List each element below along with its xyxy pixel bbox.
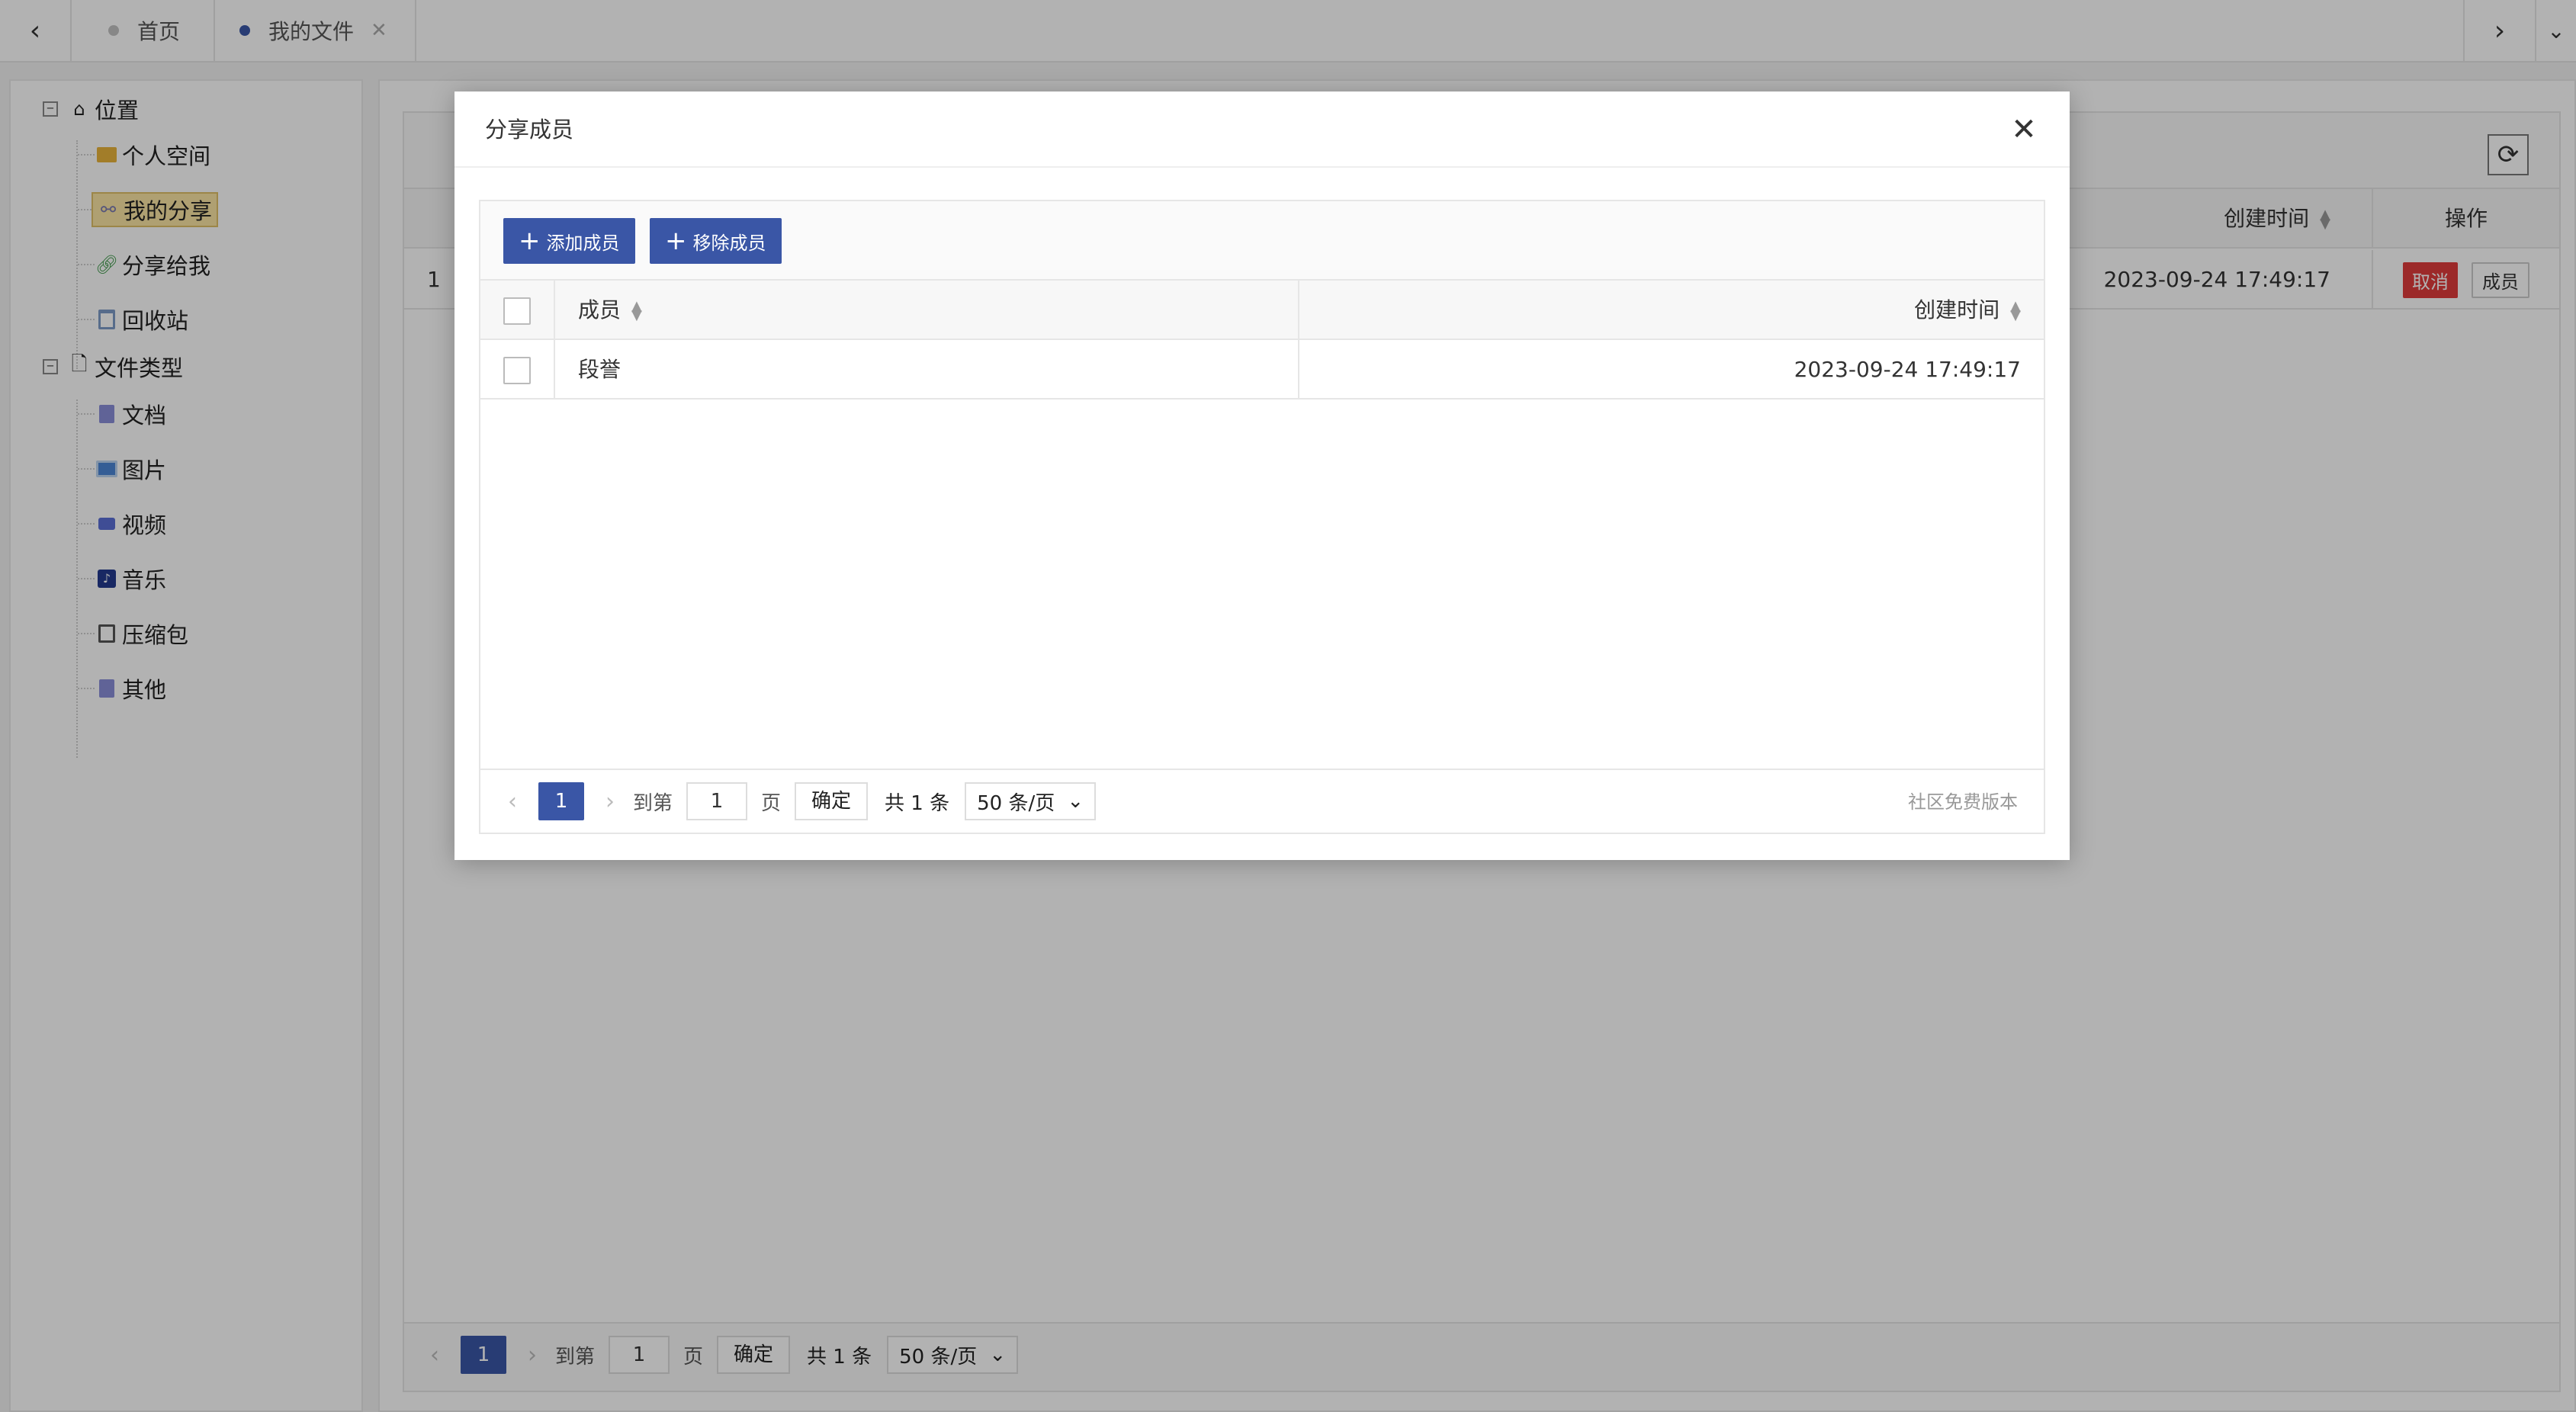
version-label: 社区免费版本 [1908, 791, 2018, 813]
members-toolbar: + 添加成员 + 移除成员 [480, 201, 2044, 281]
page-size-select[interactable]: 50 条/页 ⌄ [965, 782, 1097, 820]
column-divider [1298, 340, 1299, 400]
goto-page-input[interactable]: 1 [686, 782, 748, 820]
page-size-value: 50 条/页 [977, 791, 1055, 815]
members-footer: ‹ 1 › 到第 1 页 确定 共 1 条 50 条/页 ⌄ 社区免费版本 [480, 769, 2044, 833]
share-members-dialog: 分享成员 ✕ + 添加成员 + 移除成员 成员 ▲ ▼ 创建时间 ▲ ▼ 段誉 … [454, 91, 2070, 860]
sort-icon[interactable]: ▲ ▼ [2010, 300, 2021, 323]
plus-icon: + [519, 226, 541, 256]
plus-icon: + [665, 226, 687, 256]
add-member-button[interactable]: + 添加成员 [503, 218, 635, 264]
table-row[interactable]: 段誉 2023-09-24 17:49:17 [480, 340, 2044, 400]
cell-created-time: 2023-09-24 17:49:17 [1794, 357, 2021, 382]
chevron-left-icon[interactable]: ‹ [497, 788, 528, 815]
goto-confirm-button[interactable]: 确定 [795, 782, 869, 820]
column-divider [554, 281, 555, 340]
page-button-current[interactable]: 1 [538, 782, 584, 820]
button-label: 添加成员 [546, 232, 620, 254]
members-header: 成员 ▲ ▼ 创建时间 ▲ ▼ [480, 281, 2044, 340]
close-icon[interactable]: ✕ [2001, 107, 2047, 152]
button-label: 移除成员 [692, 232, 766, 254]
dialog-title: 分享成员 [454, 91, 2070, 168]
chevron-down-icon: ⌄ [1067, 790, 1084, 813]
goto-prefix: 到第 [633, 791, 673, 815]
column-header-created-time[interactable]: 创建时间 ▲ ▼ [1914, 281, 2021, 340]
total-count: 共 1 条 [885, 791, 950, 815]
column-divider [1298, 281, 1299, 340]
app-root: ‹ 首页 我的文件 ✕ › ⌄ − ⌂ 位置 个人空间 ⚯ 我的分享 🔗︎ 分享… [0, 0, 2576, 1412]
remove-member-button[interactable]: + 移除成员 [650, 218, 782, 264]
column-label: 创建时间 [1914, 297, 2000, 323]
sort-icon[interactable]: ▲ ▼ [631, 300, 642, 323]
members-grid: + 添加成员 + 移除成员 成员 ▲ ▼ 创建时间 ▲ ▼ 段誉 2023-09… [479, 200, 2045, 834]
select-all-checkbox[interactable] [503, 297, 531, 325]
column-header-member[interactable]: 成员 ▲ ▼ [578, 281, 642, 340]
goto-suffix: 页 [761, 791, 782, 815]
column-divider [554, 340, 555, 400]
row-checkbox[interactable] [503, 357, 531, 384]
cell-member: 段誉 [578, 357, 622, 382]
pagination: ‹ 1 › 到第 1 页 确定 共 1 条 50 条/页 ⌄ [497, 782, 1097, 820]
column-label: 成员 [578, 297, 622, 323]
chevron-right-icon[interactable]: › [595, 788, 625, 815]
